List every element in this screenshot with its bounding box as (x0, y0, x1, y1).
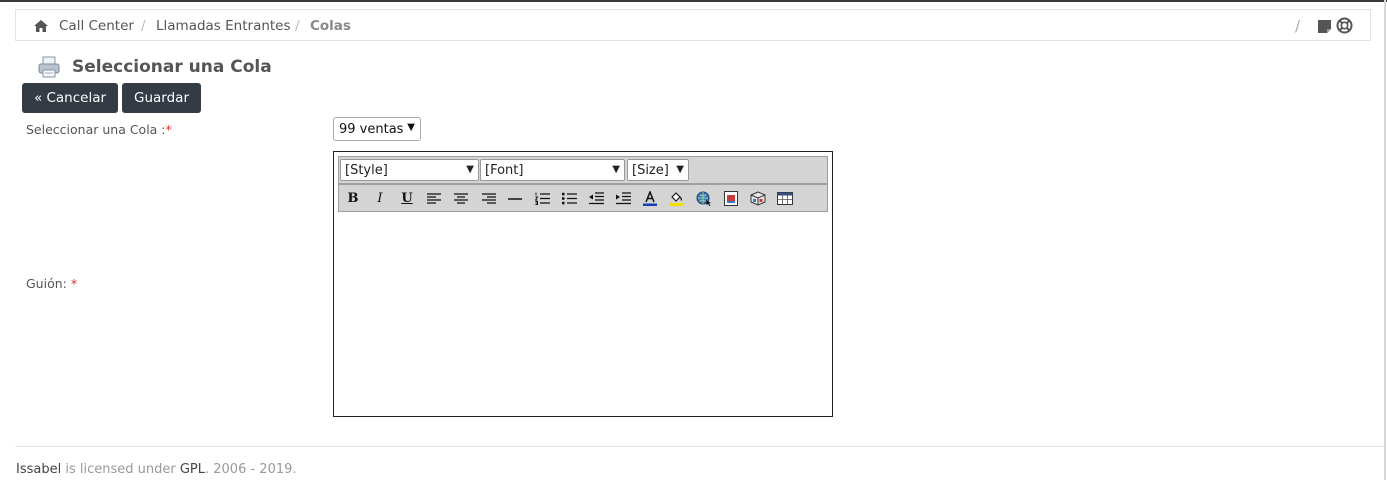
font-dropdown-value: [Font] (485, 163, 524, 178)
insert-image-icon[interactable] (720, 188, 742, 209)
insert-object-icon[interactable] (747, 188, 769, 209)
breadcrumb-separator: / (295, 18, 300, 34)
underline-button[interactable]: U (396, 188, 418, 209)
dropdown-arrow-icon: ▼ (466, 164, 474, 175)
footer-years: . 2006 - 2019. (205, 462, 297, 477)
queue-label-text: Seleccionar una Cola : (26, 122, 166, 137)
scrollbar-edge (1384, 0, 1386, 480)
script-label-text: Guión: (26, 276, 67, 291)
font-color-icon[interactable] (639, 188, 661, 209)
top-border (0, 0, 1387, 2)
breadcrumb-llamadas-entrantes[interactable]: Llamadas Entrantes (156, 18, 291, 34)
font-dropdown[interactable]: [Font] ▼ (480, 159, 625, 181)
home-icon[interactable] (34, 20, 48, 32)
unordered-list-icon[interactable] (558, 188, 580, 209)
help-lifebuoy-icon[interactable] (1336, 17, 1353, 34)
style-dropdown[interactable]: [Style] ▼ (340, 159, 479, 181)
printer-icon (38, 56, 60, 78)
bold-button[interactable]: B (342, 188, 364, 209)
cancel-button[interactable]: « Cancelar (22, 83, 118, 113)
insert-link-icon[interactable] (693, 188, 715, 209)
size-dropdown-value: [Size] (632, 163, 669, 178)
align-right-icon[interactable] (478, 188, 500, 209)
editor-toolbar-buttons: B I U (338, 184, 828, 212)
script-text-area[interactable] (335, 214, 831, 415)
dropdown-arrow-icon: ▼ (407, 122, 415, 133)
align-center-icon[interactable] (450, 188, 472, 209)
insert-table-icon[interactable] (774, 188, 796, 209)
footer-license-link[interactable]: GPL (180, 462, 205, 477)
queue-select[interactable]: 99 ventas ▼ (333, 117, 421, 141)
editor-toolbar-format: [Style] ▼ [Font] ▼ [Size] ▼ (338, 156, 828, 184)
footer-divider (15, 446, 1384, 447)
script-editor: [Style] ▼ [Font] ▼ [Size] ▼ B I U (333, 151, 833, 417)
breadcrumb-colas: Colas (310, 18, 351, 34)
queue-label: Seleccionar una Cola :* (26, 122, 172, 137)
sticky-note-icon[interactable] (1317, 19, 1332, 34)
footer-text: is licensed under (61, 462, 180, 477)
page-title: Seleccionar una Cola (72, 57, 272, 77)
breadcrumb: Call Center / Llamadas Entrantes / Colas… (15, 9, 1371, 41)
dropdown-arrow-icon: ▼ (612, 164, 620, 175)
save-button[interactable]: Guardar (122, 83, 201, 113)
breadcrumb-separator: / (141, 18, 146, 34)
italic-button[interactable]: I (369, 188, 391, 209)
header-separator: / (1295, 17, 1301, 35)
queue-select-value: 99 ventas (339, 122, 404, 137)
dropdown-arrow-icon: ▼ (676, 164, 684, 175)
style-dropdown-value: [Style] (345, 163, 388, 178)
highlight-color-icon[interactable] (666, 188, 688, 209)
breadcrumb-call-center[interactable]: Call Center (59, 18, 134, 34)
horizontal-rule-icon[interactable] (504, 188, 526, 209)
footer: Issabel is licensed under GPL. 2006 - 20… (16, 462, 297, 477)
align-left-icon[interactable] (423, 188, 445, 209)
required-marker: * (70, 276, 78, 291)
required-marker: * (165, 122, 172, 137)
footer-brand-link[interactable]: Issabel (16, 462, 61, 477)
indent-icon[interactable] (612, 188, 634, 209)
outdent-icon[interactable] (585, 188, 607, 209)
ordered-list-icon[interactable] (531, 188, 553, 209)
size-dropdown[interactable]: [Size] ▼ (627, 159, 689, 181)
script-label: Guión: * (26, 276, 77, 291)
